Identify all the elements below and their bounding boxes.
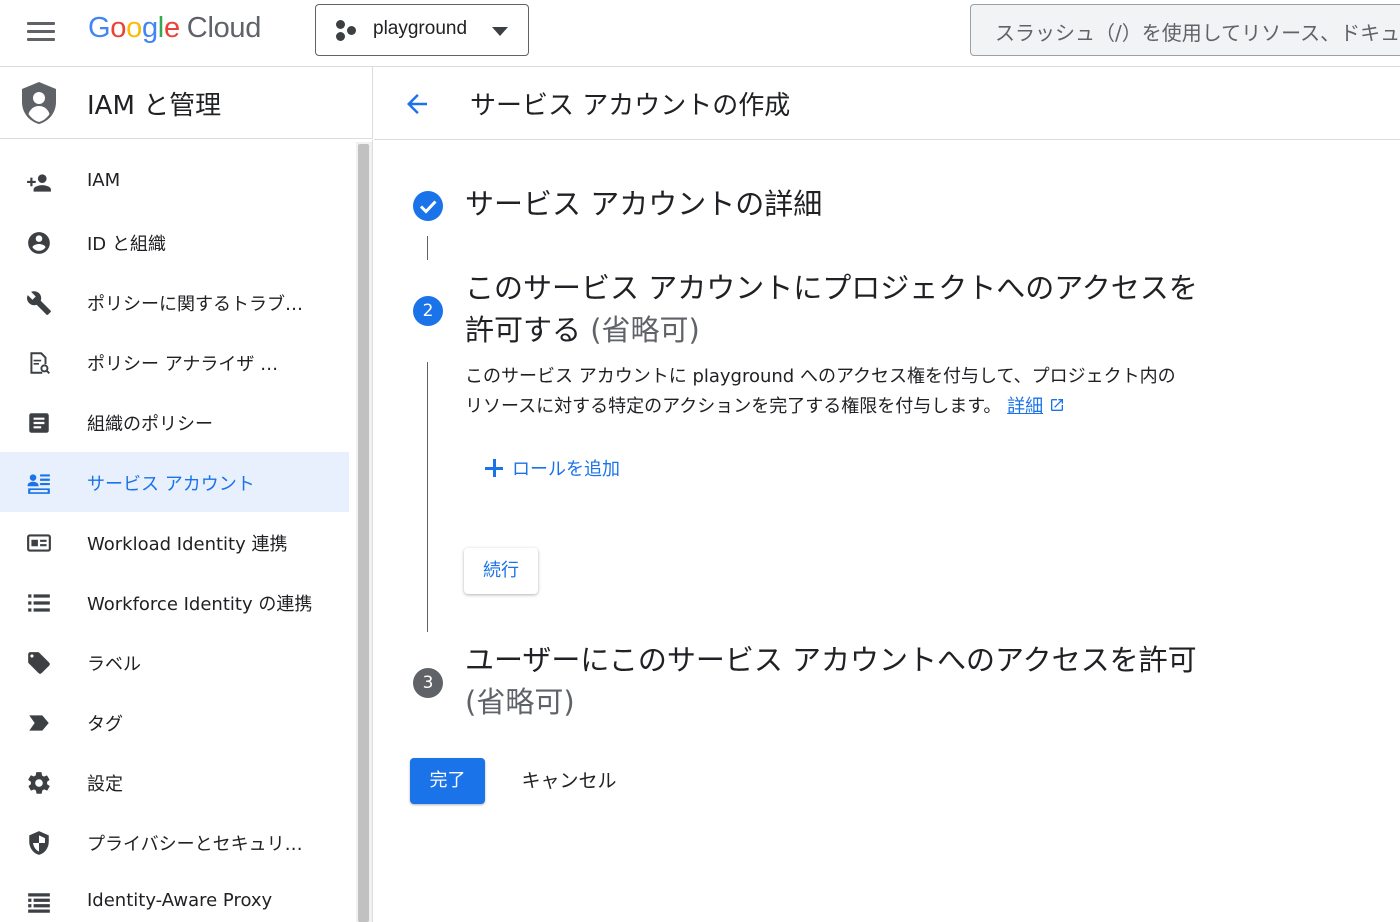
cancel-button[interactable]: キャンセル <box>508 758 630 804</box>
step-3-optional: (省略可) <box>465 685 575 719</box>
account-circle-icon <box>28 232 50 254</box>
details-link[interactable]: 詳細 <box>1007 396 1043 417</box>
sidebar-item-policy-troubleshooter[interactable]: ポリシーに関するトラブ… <box>0 272 349 332</box>
sidebar-header: IAM と管理 <box>0 67 373 139</box>
google-cloud-logo[interactable]: Google Cloud <box>88 12 261 45</box>
sidebar-item-identity-org[interactable]: ID と組織 <box>0 212 349 272</box>
sidebar-item-settings[interactable]: 設定 <box>0 752 349 812</box>
step-2-number: 2 <box>413 296 443 326</box>
sidebar-item-label: ポリシー アナライザ … <box>87 354 279 375</box>
step-2-title[interactable]: このサービス アカウントにプロジェクトへのアクセスを許可する (省略可) <box>465 267 1205 351</box>
add-role-label: ロールを追加 <box>512 459 620 480</box>
list-icon <box>28 594 50 612</box>
article-icon <box>29 413 49 433</box>
sidebar-item-label: Workload Identity 連携 <box>87 534 288 555</box>
label-tag-icon <box>28 652 50 674</box>
step-2-optional: (省略可) <box>590 313 700 347</box>
step-3-title-text: ユーザーにこのサービス アカウントへのアクセスを許可 <box>465 643 1197 677</box>
sidebar-item-labels[interactable]: ラベル <box>0 632 349 692</box>
dropdown-caret-icon <box>492 27 508 36</box>
service-account-icon <box>27 474 50 494</box>
logo-google: Google <box>88 12 180 44</box>
sidebar-item-org-policies[interactable]: 組織のポリシー <box>0 392 349 452</box>
gear-icon <box>28 772 50 794</box>
proxy-icon <box>28 893 50 913</box>
project-name: playground <box>373 18 468 39</box>
wrench-icon <box>27 291 51 315</box>
hamburger-menu-icon[interactable] <box>27 20 57 42</box>
sidebar-item-label: ID と組織 <box>87 234 166 255</box>
done-button[interactable]: 完了 <box>410 758 485 804</box>
step-2-description: このサービス アカウントに playground へのアクセス権を付与して、プロ… <box>465 362 1185 422</box>
top-bar: Google Cloud playground スラッシュ（/）を使用してリソース… <box>0 0 1400 67</box>
sidebar-item-service-accounts[interactable]: サービス アカウント <box>0 452 349 512</box>
sidebar-nav: IAM ID と組織 ポリシーに関するトラブ… ポリシー アナライザ … 組織の… <box>0 140 373 922</box>
arrow-back-icon[interactable] <box>402 89 432 119</box>
sidebar-item-label: Identity-Aware Proxy <box>87 890 273 911</box>
person-add-icon <box>27 174 51 192</box>
sidebar-title: IAM と管理 <box>87 91 222 121</box>
document-search-icon <box>30 352 50 374</box>
sidebar-item-label: タグ <box>87 714 123 735</box>
sidebar-item-label: 設定 <box>87 774 123 795</box>
sidebar-item-label: プライバシーとセキュリ… <box>87 834 303 855</box>
sidebar-item-policy-analyzer[interactable]: ポリシー アナライザ … <box>0 332 349 392</box>
sidebar-item-privacy-security[interactable]: プライバシーとセキュリ… <box>0 812 349 872</box>
details-link-label: 詳細 <box>1007 396 1044 417</box>
step-2-description-text: このサービス アカウントに playground へのアクセス権を付与して、プロ… <box>465 366 1176 417</box>
sidebar-item-label: Workforce Identity の連携 <box>87 594 313 615</box>
sidebar-item-identity-aware-proxy[interactable]: Identity-Aware Proxy <box>0 872 349 922</box>
sidebar-item-iam[interactable]: IAM <box>0 152 349 212</box>
step-connector <box>427 236 428 260</box>
step-3-title[interactable]: ユーザーにこのサービス アカウントへのアクセスを許可 (省略可) <box>465 639 1205 723</box>
step-3-number: 3 <box>413 668 443 698</box>
project-dots-icon <box>336 20 360 42</box>
step-complete-check-icon <box>413 191 443 221</box>
logo-cloud: Cloud <box>186 12 262 44</box>
step-1-title[interactable]: サービス アカウントの詳細 <box>465 183 1205 225</box>
sidebar-item-workforce-identity[interactable]: Workforce Identity の連携 <box>0 572 349 632</box>
page-header: サービス アカウントの作成 <box>374 67 1400 140</box>
sidebar-item-label: サービス アカウント <box>87 474 255 495</box>
page-title: サービス アカウントの作成 <box>470 91 791 121</box>
step-2-title-text: このサービス アカウントにプロジェクトへのアクセスを許可する <box>465 271 1198 347</box>
open-in-new-icon <box>1050 399 1063 411</box>
project-picker[interactable]: playground <box>315 4 529 56</box>
sidebar-item-label: 組織のポリシー <box>87 414 213 435</box>
sidebar-scrollbar-thumb[interactable] <box>358 144 369 922</box>
sidebar-item-workload-identity[interactable]: Workload Identity 連携 <box>0 512 349 572</box>
sidebar-item-label: ラベル <box>87 654 141 675</box>
security-shield-icon <box>29 831 49 855</box>
sidebar-item-label: IAM <box>87 170 121 191</box>
sidebar-item-label: ポリシーに関するトラブ… <box>87 294 303 315</box>
search-input[interactable]: スラッシュ（/）を使用してリソース、ドキュメント、プロダクトなどを検索 <box>970 4 1400 56</box>
add-role-button[interactable]: ロールを追加 <box>484 455 620 485</box>
iam-shield-icon <box>22 82 56 124</box>
tag-arrow-icon <box>29 715 49 731</box>
step-connector <box>427 362 428 632</box>
continue-button[interactable]: 続行 <box>464 548 538 594</box>
plus-icon <box>484 458 504 478</box>
sidebar-item-tags[interactable]: タグ <box>0 692 349 752</box>
id-card-icon <box>27 534 51 552</box>
